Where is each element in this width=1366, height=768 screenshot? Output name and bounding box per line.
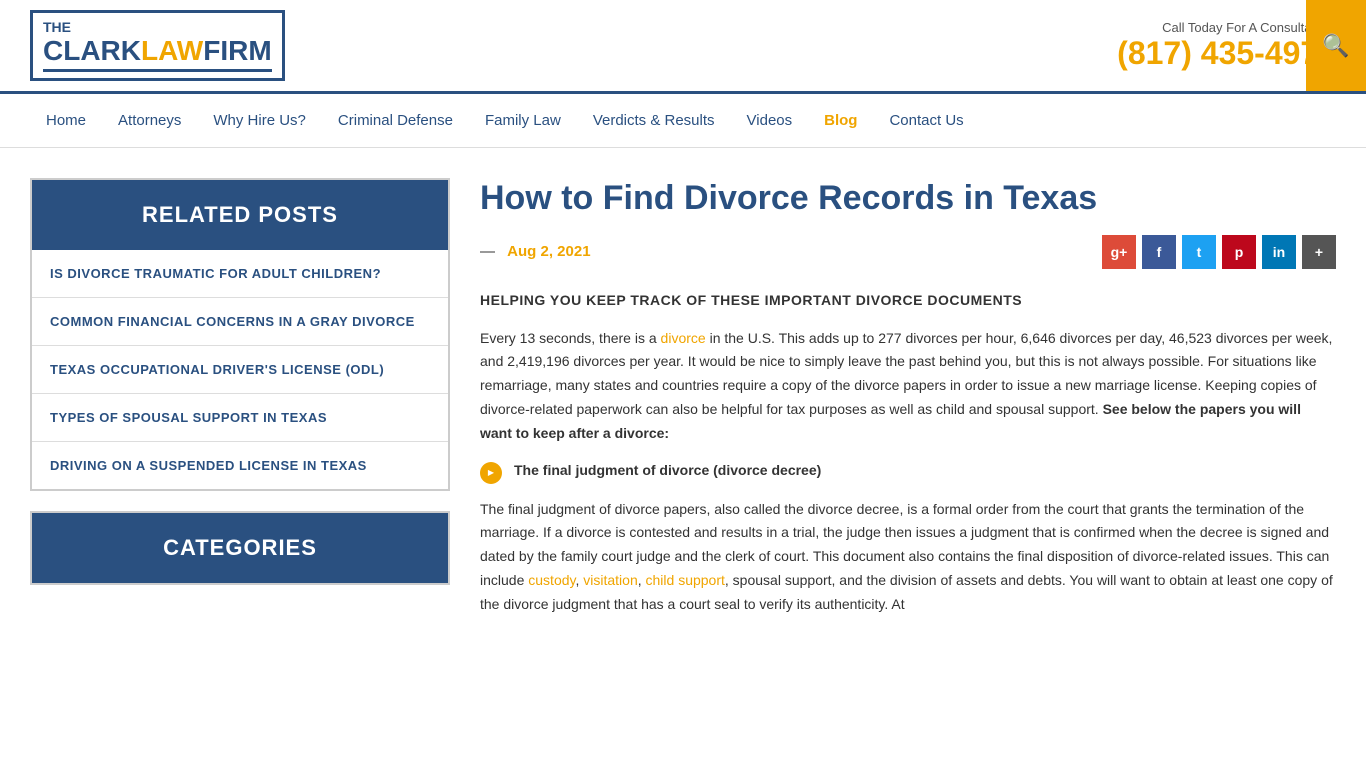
logo-law: LAW	[141, 35, 203, 66]
article-date: Aug 2, 2021	[507, 243, 590, 260]
article-meta: — Aug 2, 2021 g+ f t p in +	[480, 235, 1336, 269]
share-more-button[interactable]: +	[1302, 235, 1336, 269]
header-contact: Call Today For A Consultation! (817) 435…	[1117, 20, 1336, 72]
body-intro: Every 13 seconds, there is a	[480, 330, 661, 346]
article-dash: —	[480, 243, 495, 260]
search-icon: 🔍	[1322, 33, 1349, 59]
article-content: How to Find Divorce Records in Texas — A…	[480, 178, 1336, 631]
custody-link[interactable]: custody	[528, 572, 575, 588]
share-buttons: g+ f t p in +	[1102, 235, 1336, 269]
list-item: TYPES OF SPOUSAL SUPPORT IN TEXAS	[32, 393, 448, 441]
article-subtitle: HELPING YOU KEEP TRACK OF THESE IMPORTAN…	[480, 289, 1336, 313]
article-title: How to Find Divorce Records in Texas	[480, 178, 1336, 219]
nav-attorneys[interactable]: Attorneys	[102, 94, 197, 147]
nav-blog[interactable]: Blog	[808, 94, 873, 147]
related-posts-list: IS DIVORCE TRAUMATIC FOR ADULT CHILDREN?…	[32, 250, 448, 489]
categories-header: CATEGORIES	[32, 513, 448, 583]
related-post-1[interactable]: IS DIVORCE TRAUMATIC FOR ADULT CHILDREN?	[32, 250, 448, 297]
visitation-link[interactable]: visitation	[583, 572, 637, 588]
nav-family-law[interactable]: Family Law	[469, 94, 577, 147]
nav-contact[interactable]: Contact Us	[873, 94, 979, 147]
sep2: ,	[638, 572, 646, 588]
related-post-3[interactable]: TEXAS OCCUPATIONAL DRIVER'S LICENSE (ODL…	[32, 346, 448, 393]
article-body: HELPING YOU KEEP TRACK OF THESE IMPORTAN…	[480, 289, 1336, 617]
list-item: DRIVING ON A SUSPENDED LICENSE IN TEXAS	[32, 441, 448, 489]
related-posts-header: RELATED POSTS	[32, 180, 448, 250]
article-paragraph-2: The final judgment of divorce papers, al…	[480, 498, 1336, 617]
phone-number[interactable]: (817) 435-4970	[1117, 35, 1336, 72]
share-twitter-button[interactable]: t	[1182, 235, 1216, 269]
site-logo[interactable]: THE CLARKLAWFIRM	[30, 10, 285, 81]
related-posts-box: RELATED POSTS IS DIVORCE TRAUMATIC FOR A…	[30, 178, 450, 491]
share-linkedin-button[interactable]: in	[1262, 235, 1296, 269]
related-post-5[interactable]: DRIVING ON A SUSPENDED LICENSE IN TEXAS	[32, 442, 448, 489]
divorce-link[interactable]: divorce	[661, 330, 706, 346]
sidebar: RELATED POSTS IS DIVORCE TRAUMATIC FOR A…	[30, 178, 450, 631]
logo-clark: CLARK	[43, 35, 141, 66]
list-item: COMMON FINANCIAL CONCERNS IN A GRAY DIVO…	[32, 297, 448, 345]
categories-box: CATEGORIES	[30, 511, 450, 585]
related-post-2[interactable]: COMMON FINANCIAL CONCERNS IN A GRAY DIVO…	[32, 298, 448, 345]
nav-videos[interactable]: Videos	[731, 94, 809, 147]
logo-the: THE	[43, 19, 272, 35]
search-button[interactable]: 🔍	[1306, 0, 1366, 91]
main-nav: Home Attorneys Why Hire Us? Criminal Def…	[0, 94, 1366, 148]
list-item: IS DIVORCE TRAUMATIC FOR ADULT CHILDREN?	[32, 250, 448, 297]
child-support-link[interactable]: child support	[646, 572, 725, 588]
share-facebook-button[interactable]: f	[1142, 235, 1176, 269]
bullet-text: The final judgment of divorce (divorce d…	[514, 460, 821, 481]
article-date-area: — Aug 2, 2021	[480, 243, 591, 260]
nav-criminal-defense[interactable]: Criminal Defense	[322, 94, 469, 147]
logo-firm: FIRM	[203, 35, 271, 66]
nav-why-hire-us[interactable]: Why Hire Us?	[197, 94, 322, 147]
list-item: TEXAS OCCUPATIONAL DRIVER'S LICENSE (ODL…	[32, 345, 448, 393]
main-container: RELATED POSTS IS DIVORCE TRAUMATIC FOR A…	[0, 148, 1366, 661]
share-pinterest-button[interactable]: p	[1222, 235, 1256, 269]
bullet-icon	[480, 462, 502, 484]
bullet-item: The final judgment of divorce (divorce d…	[480, 460, 1336, 484]
site-header: THE CLARKLAWFIRM Call Today For A Consul…	[0, 0, 1366, 94]
nav-verdicts[interactable]: Verdicts & Results	[577, 94, 731, 147]
share-google-button[interactable]: g+	[1102, 235, 1136, 269]
nav-home[interactable]: Home	[30, 94, 102, 147]
related-post-4[interactable]: TYPES OF SPOUSAL SUPPORT IN TEXAS	[32, 394, 448, 441]
article-paragraph-1: Every 13 seconds, there is a divorce in …	[480, 327, 1336, 446]
